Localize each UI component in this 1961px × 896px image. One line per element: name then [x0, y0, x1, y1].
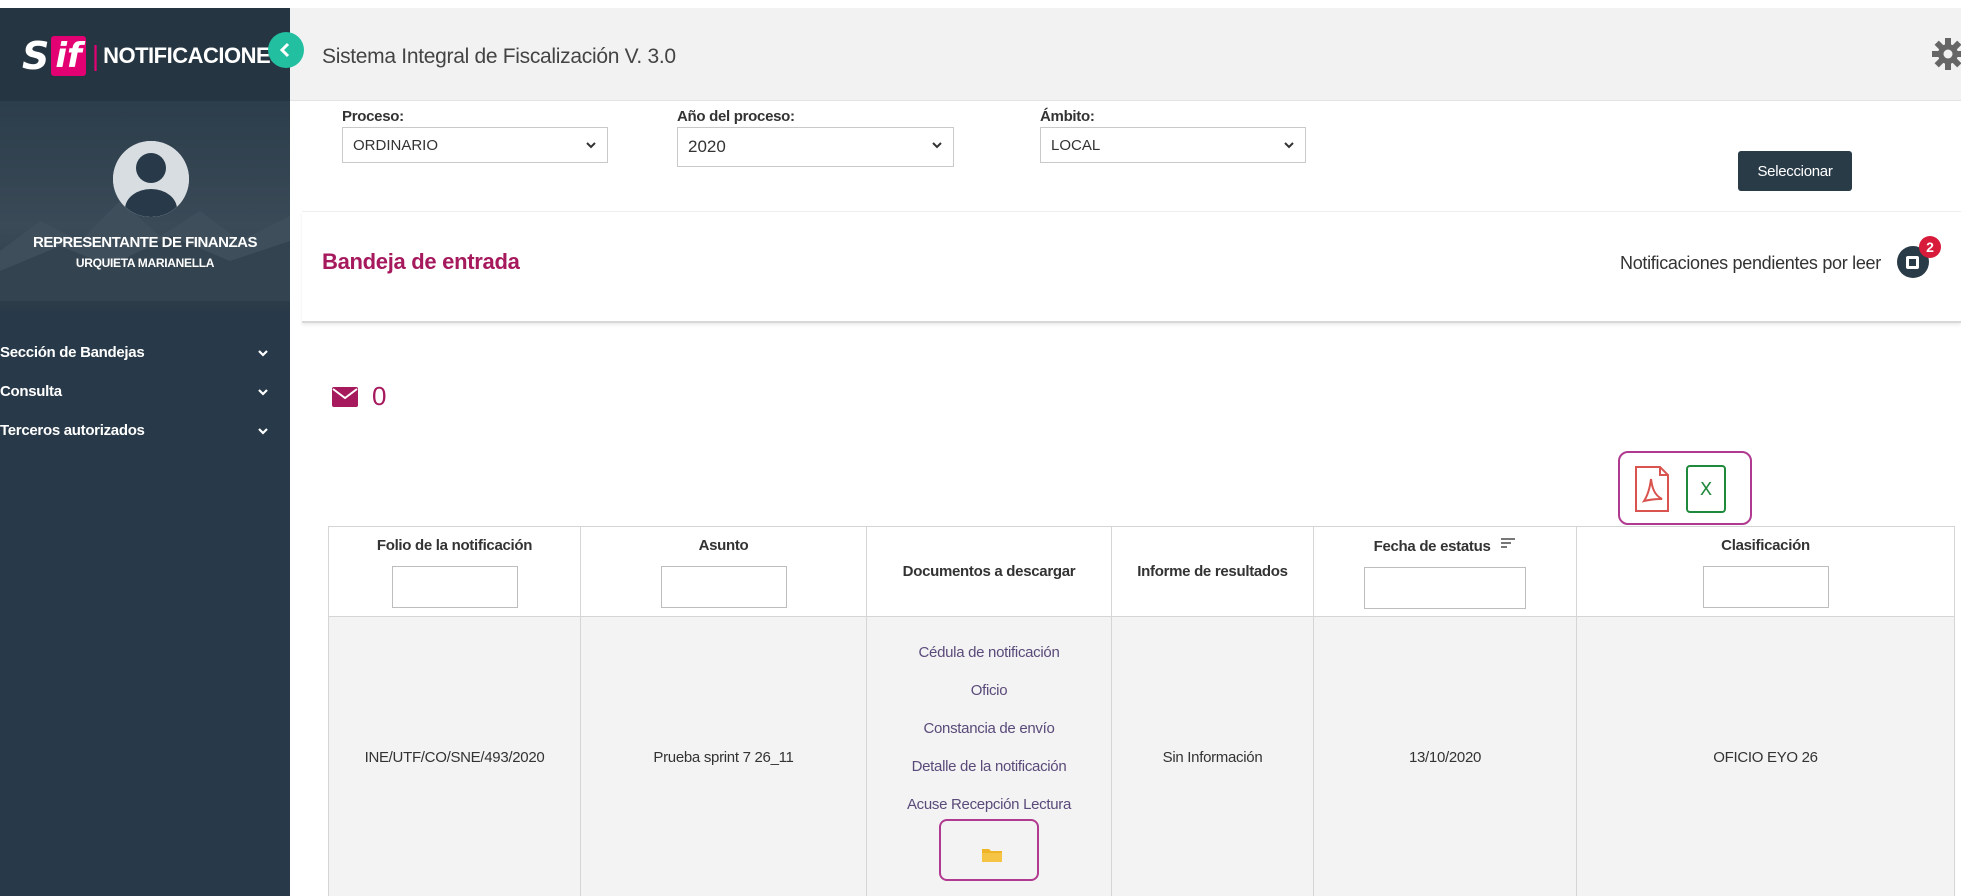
pending-label: Notificaciones pendientes por leer — [1620, 253, 1881, 273]
user-icon — [113, 141, 189, 217]
anio-value: 2020 — [688, 137, 726, 156]
doc-link-detalle[interactable]: Detalle de la notificación — [867, 758, 1111, 775]
doc-link-constancia[interactable]: Constancia de envío — [867, 720, 1111, 737]
mail-count: 0 — [372, 381, 387, 411]
column-fecha[interactable]: Fecha de estatus — [1313, 526, 1577, 617]
proceso-value: ORDINARIO — [353, 137, 439, 154]
chevron-down-icon — [932, 142, 942, 149]
clasificacion-filter-input[interactable] — [1702, 566, 1829, 608]
folio-filter-input[interactable] — [391, 566, 518, 608]
cell-asunto: Prueba sprint 7 26_11 — [580, 616, 867, 896]
avatar — [113, 141, 189, 217]
mail-counter: 0 — [332, 381, 386, 412]
table-header-row: Folio de la notificación Asunto Document… — [328, 526, 1955, 617]
doc-link-acuse[interactable]: Acuse Recepción Lectura — [867, 796, 1111, 813]
chevron-down-icon — [258, 389, 268, 396]
download-folder-button[interactable] — [939, 819, 1039, 881]
user-profile-panel: REPRESENTANTE DE FINANZAS URQUIETA MARIA… — [0, 101, 290, 311]
brand-logo[interactable]: S if | NOTIFICACIONES — [22, 34, 285, 78]
notifications-table: Folio de la notificación Asunto Document… — [328, 526, 1955, 896]
top-bar: Sistema Integral de Fiscalización V. 3.0 — [290, 8, 1961, 101]
inbox-header: Bandeja de entrada Notificaciones pendie… — [302, 211, 1961, 323]
column-label: Clasificación — [1721, 537, 1810, 554]
filter-bar: Proceso: ORDINARIO Año del proceso: 2020… — [302, 101, 1961, 211]
column-documentos: Documentos a descargar — [866, 526, 1112, 617]
cell-documentos: Cédula de notificación Oficio Constancia… — [866, 616, 1112, 896]
column-label: Folio de la notificación — [376, 537, 533, 554]
fecha-filter-input[interactable] — [1364, 567, 1526, 609]
column-label: Documentos a descargar — [902, 563, 1076, 580]
ambito-value: LOCAL — [1051, 137, 1101, 154]
anio-label: Año del proceso: — [677, 108, 795, 125]
column-label: Fecha de estatus — [1373, 538, 1491, 555]
column-label: Asunto — [698, 537, 749, 554]
pdf-export-icon[interactable] — [1634, 465, 1670, 513]
inbox-title: Bandeja de entrada — [322, 249, 520, 274]
chevron-left-icon — [279, 42, 290, 58]
sidebar-item-label: Consulta — [0, 383, 62, 400]
cell-fecha: 13/10/2020 — [1313, 616, 1577, 896]
sidebar-nav: Sección de Bandejas Consulta Terceros au… — [0, 338, 290, 465]
brand-separator: | — [91, 40, 100, 71]
pending-count-badge: 2 — [1919, 236, 1941, 258]
sidebar-item-label: Sección de Bandejas — [0, 344, 145, 361]
user-role: REPRESENTANTE DE FINANZAS — [33, 234, 257, 251]
doc-link-cedula[interactable]: Cédula de notificación — [867, 644, 1111, 661]
column-informe: Informe de resultados — [1111, 526, 1314, 617]
chevron-down-icon — [258, 350, 268, 357]
column-asunto: Asunto — [580, 526, 867, 617]
cell-clasificacion: OFICIO EYO 26 — [1576, 616, 1955, 896]
brand-header: S if | NOTIFICACIONES — [0, 8, 290, 101]
envelope-icon — [332, 386, 358, 407]
proceso-label: Proceso: — [342, 108, 404, 125]
ambito-select[interactable]: LOCAL — [1040, 127, 1306, 163]
column-label: Informe de resultados — [1137, 563, 1288, 580]
seleccionar-button[interactable]: Seleccionar — [1738, 151, 1852, 191]
anio-select[interactable]: 2020 — [677, 127, 954, 167]
doc-link-oficio[interactable]: Oficio — [867, 682, 1111, 699]
proceso-select[interactable]: ORDINARIO — [342, 127, 608, 163]
column-folio: Folio de la notificación — [328, 526, 581, 617]
table-row[interactable]: INE/UTF/CO/SNE/493/2020 Prueba sprint 7 … — [328, 616, 1955, 896]
column-clasificacion: Clasificación — [1576, 526, 1955, 617]
collapse-sidebar-button[interactable] — [268, 32, 304, 68]
app-title: Sistema Integral de Fiscalización V. 3.0 — [322, 45, 676, 68]
sidebar: REPRESENTANTE DE FINANZAS URQUIETA MARIA… — [0, 8, 290, 896]
sidebar-item-label: Terceros autorizados — [0, 422, 145, 439]
logo-if: if — [51, 36, 86, 76]
asunto-filter-input[interactable] — [660, 566, 787, 608]
logo-s: S — [22, 34, 50, 78]
sidebar-item-terceros[interactable]: Terceros autorizados — [0, 416, 290, 465]
sort-icon[interactable] — [1500, 537, 1516, 549]
cell-informe: Sin Información — [1111, 616, 1314, 896]
column-label-wrap: Fecha de estatus — [1314, 537, 1576, 555]
ambito-label: Ámbito: — [1040, 108, 1095, 125]
export-buttons: X — [1618, 451, 1752, 525]
chevron-down-icon — [1284, 142, 1294, 149]
chevron-down-icon — [586, 142, 596, 149]
brand-title: NOTIFICACIONES — [103, 43, 285, 68]
excel-icon-label: X — [1699, 478, 1713, 500]
chevron-down-icon — [258, 428, 268, 435]
excel-export-button[interactable]: X — [1686, 465, 1726, 513]
gear-icon[interactable] — [1930, 36, 1961, 72]
user-name: URQUIETA MARIANELLA — [75, 256, 215, 270]
cell-folio: INE/UTF/CO/SNE/493/2020 — [328, 616, 581, 896]
folder-icon — [982, 849, 1002, 862]
